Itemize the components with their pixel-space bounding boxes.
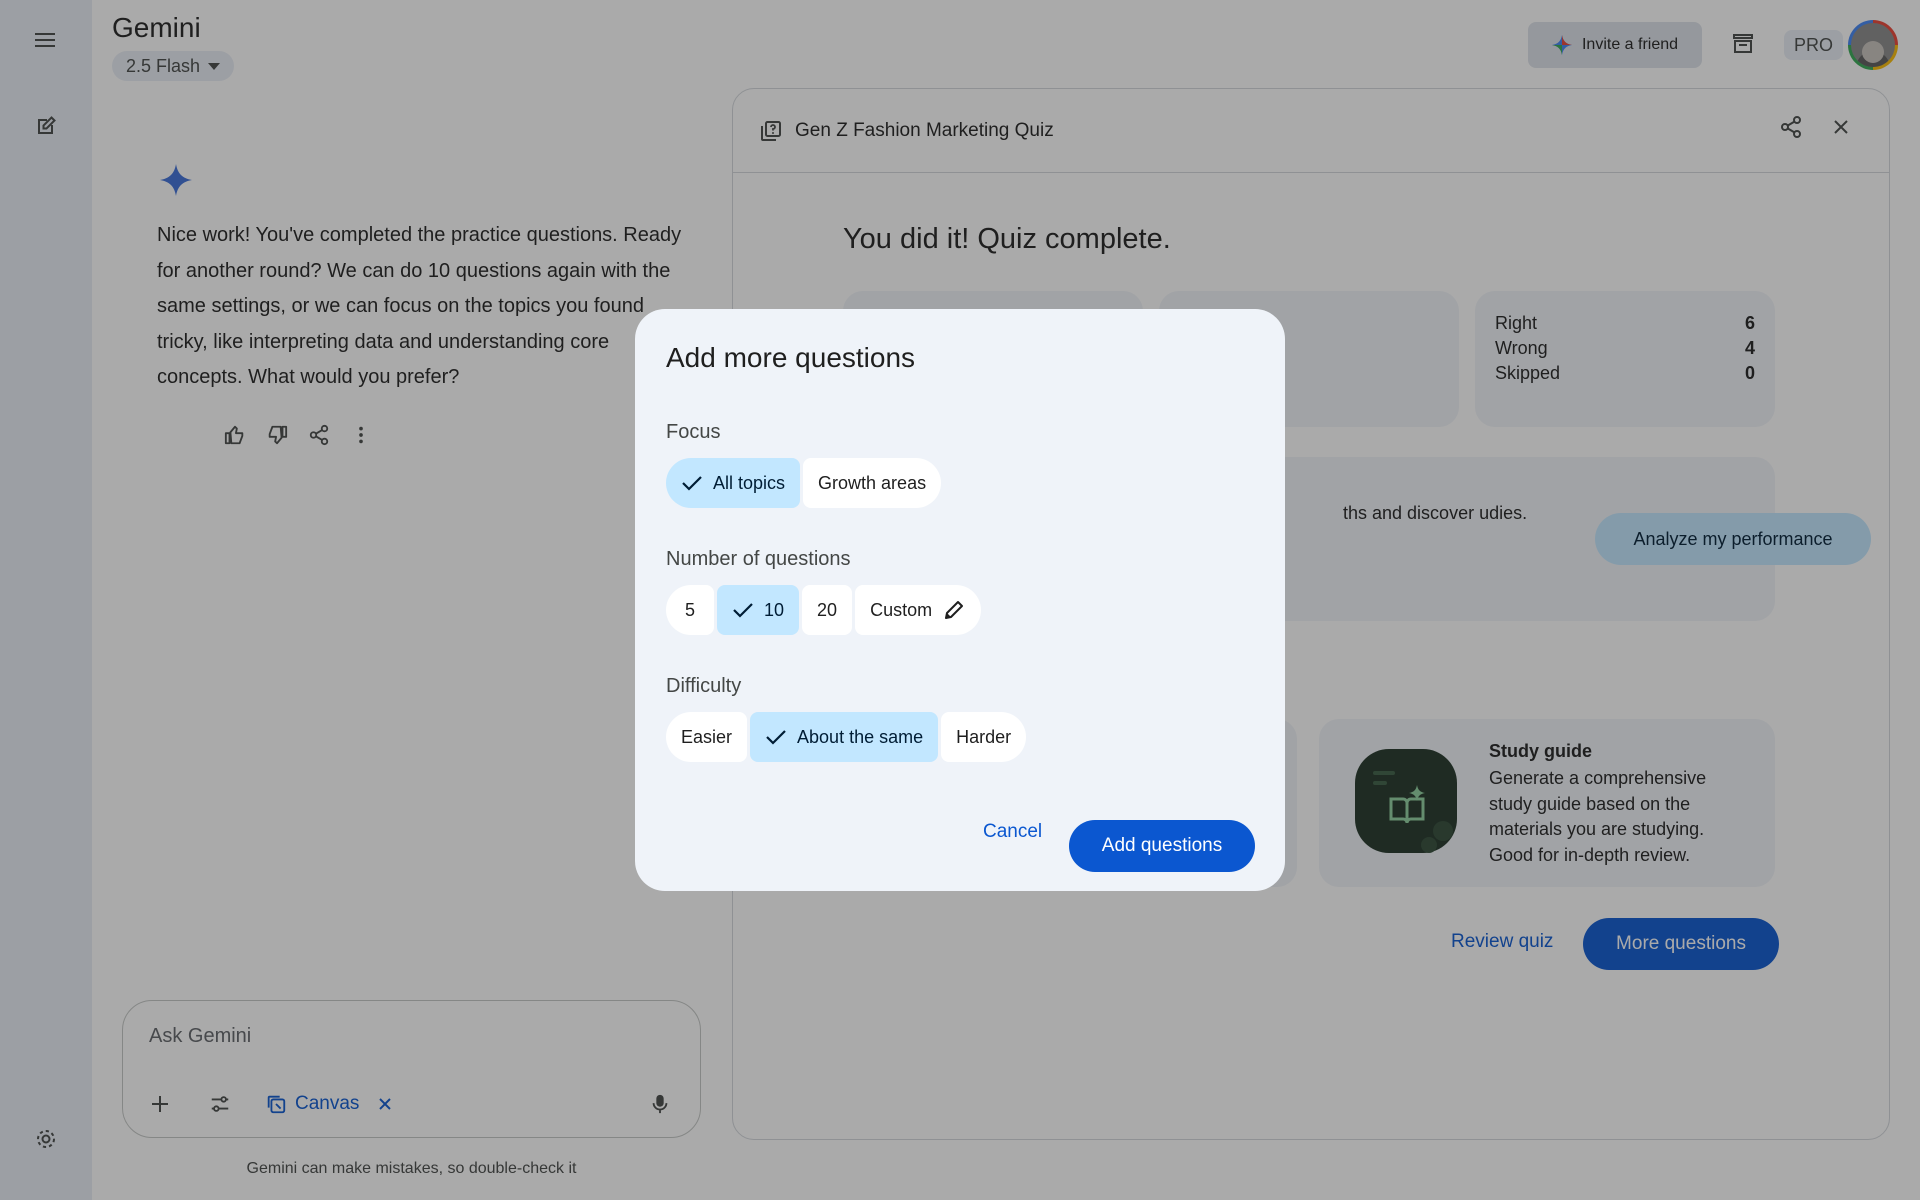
pencil-icon: [945, 601, 964, 619]
count-label: Number of questions: [666, 548, 851, 570]
difficulty-chip-about-the-same[interactable]: About the same: [750, 712, 939, 762]
add-questions-button[interactable]: Add questions: [1069, 820, 1255, 872]
check-icon: [766, 730, 786, 745]
count-chip-20[interactable]: 20: [802, 585, 853, 635]
difficulty-chip-harder[interactable]: Harder: [941, 712, 1027, 762]
add-questions-dialog: Add more questions Focus All topics Grow…: [635, 309, 1285, 891]
difficulty-label: Difficulty: [666, 675, 742, 697]
cancel-button[interactable]: Cancel: [983, 821, 1042, 843]
check-icon: [733, 603, 753, 618]
count-chip-5[interactable]: 5: [666, 585, 715, 635]
focus-chip-group: All topics Growth areas: [666, 458, 942, 508]
difficulty-chip-group: Easier About the same Harder: [666, 712, 1027, 762]
count-chip-10[interactable]: 10: [717, 585, 800, 635]
count-chip-group: 5 10 20 Custom: [666, 585, 982, 635]
focus-chip-growth-areas[interactable]: Growth areas: [803, 458, 942, 508]
focus-chip-all-topics[interactable]: All topics: [666, 458, 801, 508]
difficulty-chip-easier[interactable]: Easier: [666, 712, 748, 762]
count-chip-custom[interactable]: Custom: [855, 585, 982, 635]
focus-label: Focus: [666, 421, 721, 443]
check-icon: [682, 476, 702, 491]
dialog-title: Add more questions: [666, 342, 916, 373]
